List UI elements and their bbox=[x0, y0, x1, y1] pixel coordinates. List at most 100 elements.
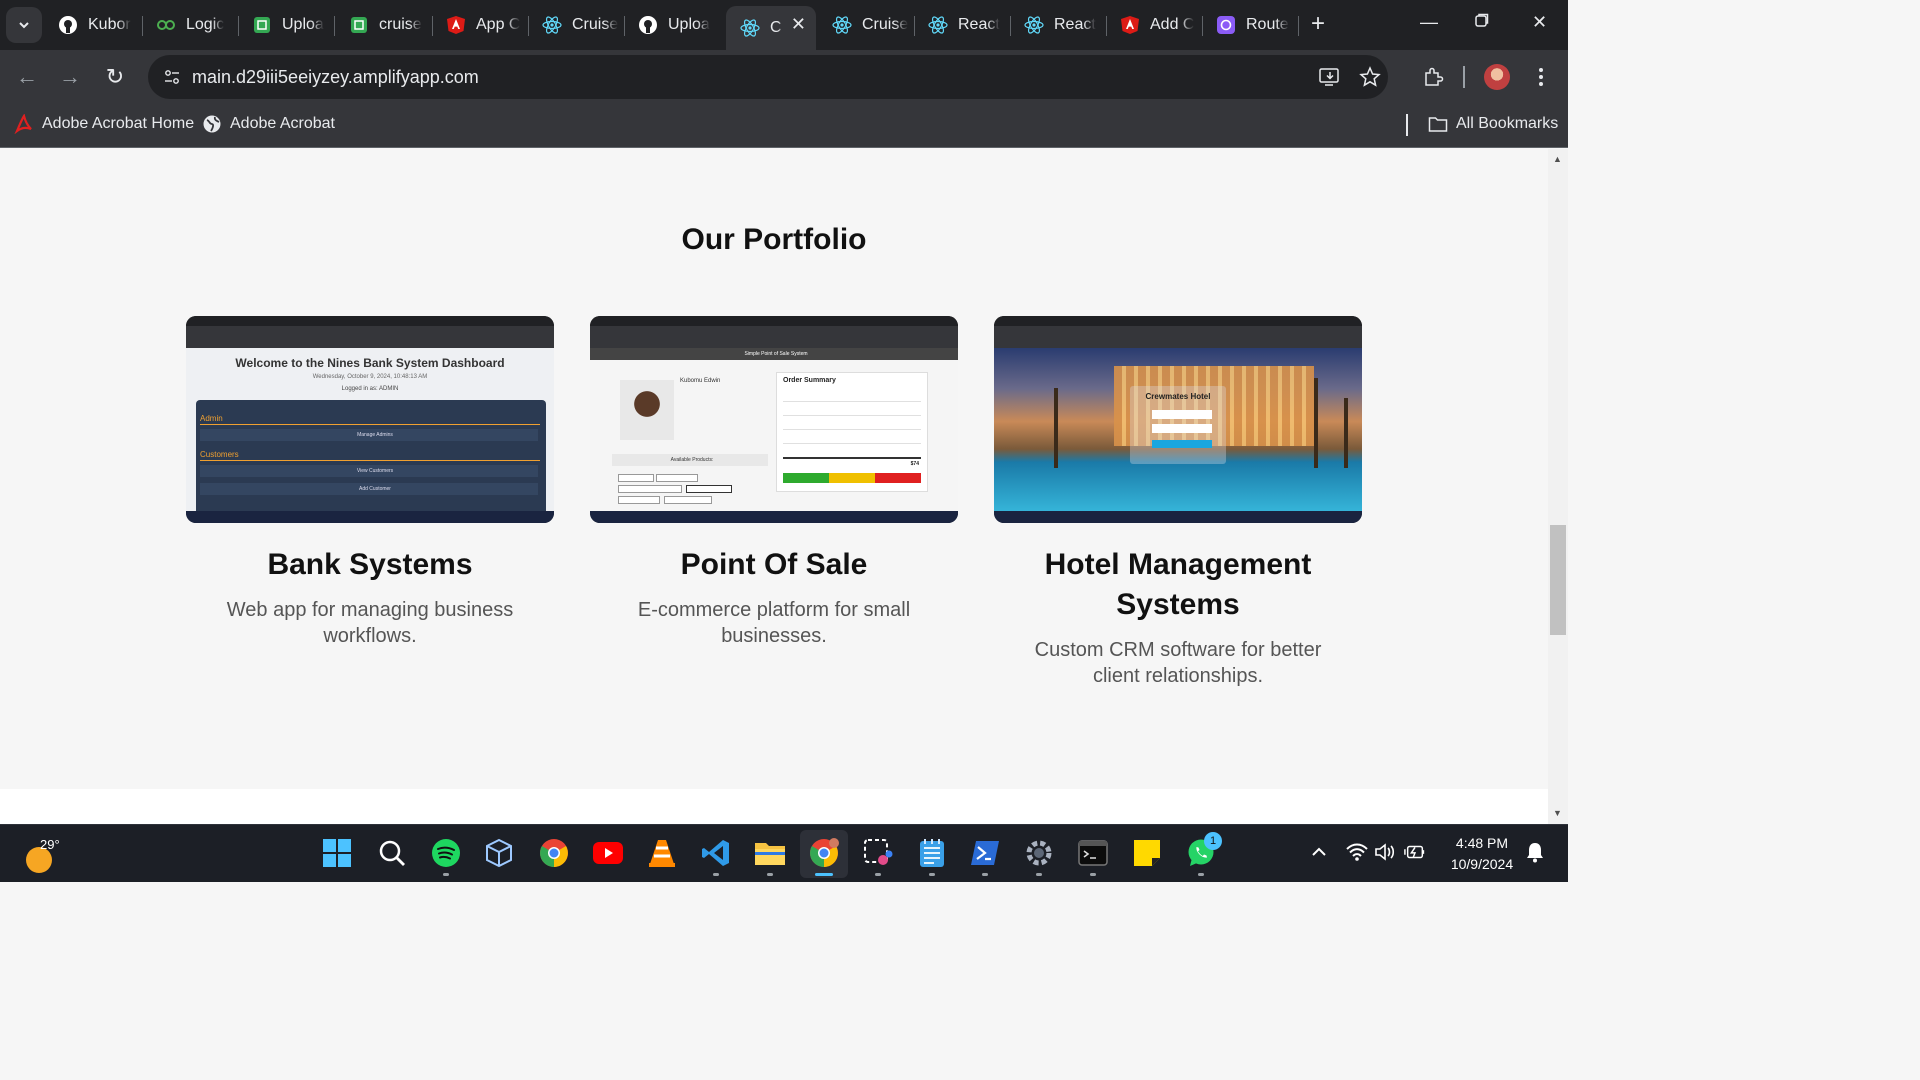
react-icon bbox=[832, 15, 852, 35]
address-bar[interactable]: main.d29iii5eeiyzey.amplifyapp.com bbox=[148, 55, 1388, 99]
notepad-icon bbox=[920, 839, 944, 867]
tab-5[interactable]: Cruise bbox=[528, 8, 624, 42]
taskbar-snipping-tool[interactable] bbox=[862, 837, 894, 869]
thumb-row-view: View Customers bbox=[200, 465, 538, 477]
portfolio-card-bank[interactable]: Welcome to the Nines Bank System Dashboa… bbox=[186, 316, 554, 649]
page-scrollbar[interactable] bbox=[1548, 149, 1568, 824]
tab-11[interactable]: Add C bbox=[1106, 8, 1202, 42]
taskbar-vscode[interactable] bbox=[700, 837, 732, 869]
taskbar-notepad[interactable] bbox=[916, 837, 948, 869]
bookmarks-divider bbox=[1406, 114, 1408, 136]
acrobat-icon bbox=[14, 114, 34, 134]
wifi-icon bbox=[1346, 843, 1368, 861]
tab-search-button[interactable] bbox=[6, 7, 42, 43]
chevron-down-icon bbox=[19, 22, 29, 29]
thumb-taskbar bbox=[186, 511, 554, 523]
running-indicator bbox=[929, 873, 935, 876]
scroll-up-arrow-icon[interactable]: ▲ bbox=[1553, 154, 1562, 164]
angular-icon bbox=[446, 15, 466, 35]
tab-1[interactable]: Logic bbox=[142, 8, 238, 42]
install-app-icon[interactable] bbox=[1318, 65, 1342, 89]
document-icon bbox=[252, 15, 272, 35]
taskbar-virtualbox[interactable] bbox=[483, 837, 515, 869]
thumb-hotel-photo: Crewmates Hotel bbox=[994, 348, 1362, 511]
thumb-row-manage: Manage Admins bbox=[200, 429, 538, 441]
show-hidden-icons-button[interactable] bbox=[1308, 841, 1330, 863]
portfolio-card-hotel[interactable]: Crewmates Hotel Hotel Management Systems… bbox=[994, 316, 1362, 689]
tab-9[interactable]: React bbox=[914, 8, 1010, 42]
thumb-btn-green bbox=[783, 473, 829, 483]
taskbar-settings[interactable] bbox=[1023, 837, 1055, 869]
scroll-down-arrow-icon[interactable]: ▼ bbox=[1553, 808, 1562, 818]
site-info-icon[interactable] bbox=[158, 63, 186, 91]
taskbar-chrome-profile[interactable] bbox=[808, 837, 840, 869]
thumb-toolbar bbox=[994, 326, 1362, 338]
tab-4[interactable]: App C bbox=[432, 8, 528, 42]
volume-status[interactable] bbox=[1374, 841, 1396, 863]
taskbar-terminal[interactable] bbox=[1077, 837, 1109, 869]
snipping-tool-icon bbox=[864, 839, 893, 865]
tab-separator bbox=[1298, 16, 1299, 36]
search-button[interactable] bbox=[376, 837, 408, 869]
weather-widget[interactable]: 29° bbox=[24, 835, 84, 875]
windows-icon bbox=[323, 839, 351, 867]
bookmark-adobe-acrobat[interactable]: Adobe Acrobat bbox=[202, 114, 335, 134]
tab-12[interactable]: Route bbox=[1202, 8, 1298, 42]
thumb-summary-total-line bbox=[783, 457, 921, 459]
thumb-summary-buttons bbox=[783, 473, 921, 483]
url-text[interactable]: main.d29iii5eeiyzey.amplifyapp.com bbox=[192, 67, 479, 88]
tab-label: React bbox=[1054, 16, 1096, 33]
running-indicator bbox=[1198, 873, 1204, 876]
menu-dots-icon[interactable] bbox=[1528, 64, 1554, 90]
tab-8[interactable]: Cruise bbox=[818, 8, 914, 42]
taskbar-sticky-notes[interactable] bbox=[1131, 837, 1163, 869]
reload-icon: ↻ bbox=[105, 64, 125, 89]
taskbar-spotify[interactable] bbox=[430, 837, 462, 869]
taskbar-vlc[interactable] bbox=[646, 837, 678, 869]
close-window-button[interactable]: ✕ bbox=[1532, 12, 1547, 33]
logic-icon bbox=[156, 15, 176, 35]
taskbar-youtube[interactable] bbox=[592, 837, 624, 869]
minimize-button[interactable]: — bbox=[1420, 12, 1438, 33]
reload-button[interactable]: ↻ bbox=[102, 64, 128, 90]
battery-status[interactable] bbox=[1404, 841, 1426, 863]
minimize-icon: — bbox=[1420, 12, 1438, 32]
tab-10[interactable]: React bbox=[1010, 8, 1106, 42]
back-button[interactable]: ← bbox=[14, 64, 40, 90]
profile-avatar[interactable] bbox=[1484, 64, 1510, 90]
forward-button[interactable]: → bbox=[57, 64, 83, 90]
portfolio-card-pos[interactable]: Simple Point of Sale System Kubomu Edwin… bbox=[590, 316, 958, 649]
extensions-icon[interactable] bbox=[1420, 64, 1446, 90]
taskbar-chrome[interactable] bbox=[538, 837, 570, 869]
notifications-button[interactable] bbox=[1524, 841, 1546, 863]
wifi-status[interactable] bbox=[1346, 841, 1368, 863]
tab-7-active[interactable]: C ✕ bbox=[726, 6, 816, 50]
folder-icon bbox=[1428, 114, 1448, 134]
portfolio-thumbnail[interactable]: Crewmates Hotel bbox=[994, 316, 1362, 523]
document-icon bbox=[349, 15, 369, 35]
bookmark-adobe-acrobat-home[interactable]: Adobe Acrobat Home bbox=[14, 114, 194, 134]
tab-0[interactable]: Kubor bbox=[44, 8, 140, 42]
card-description: Web app for managing business workflows. bbox=[226, 599, 514, 647]
thumb-login-box: Crewmates Hotel bbox=[1130, 386, 1226, 464]
clock[interactable]: 4:48 PM 10/9/2024 bbox=[1440, 833, 1524, 875]
bookmark-star-icon[interactable] bbox=[1358, 65, 1382, 89]
card-title: Hotel Management Systems bbox=[1044, 548, 1312, 621]
all-bookmarks-button[interactable]: All Bookmarks bbox=[1428, 114, 1558, 134]
scrollbar-thumb[interactable] bbox=[1550, 525, 1566, 635]
start-button[interactable] bbox=[321, 837, 353, 869]
new-tab-button[interactable]: + bbox=[1304, 10, 1332, 38]
taskbar-powershell[interactable] bbox=[969, 837, 1001, 869]
tab-3[interactable]: cruise bbox=[335, 8, 431, 42]
github-icon bbox=[58, 15, 78, 35]
taskbar-file-explorer[interactable] bbox=[754, 837, 786, 869]
github-icon bbox=[638, 15, 658, 35]
tab-6[interactable]: Uploa bbox=[624, 8, 720, 42]
tab-2[interactable]: Uploa bbox=[238, 8, 334, 42]
portfolio-thumbnail[interactable]: Welcome to the Nines Bank System Dashboa… bbox=[186, 316, 554, 523]
react-icon bbox=[542, 15, 562, 35]
restore-button[interactable] bbox=[1474, 12, 1490, 33]
battery-charging-icon bbox=[1404, 845, 1425, 859]
close-icon[interactable]: ✕ bbox=[791, 14, 806, 35]
portfolio-thumbnail[interactable]: Simple Point of Sale System Kubomu Edwin… bbox=[590, 316, 958, 523]
